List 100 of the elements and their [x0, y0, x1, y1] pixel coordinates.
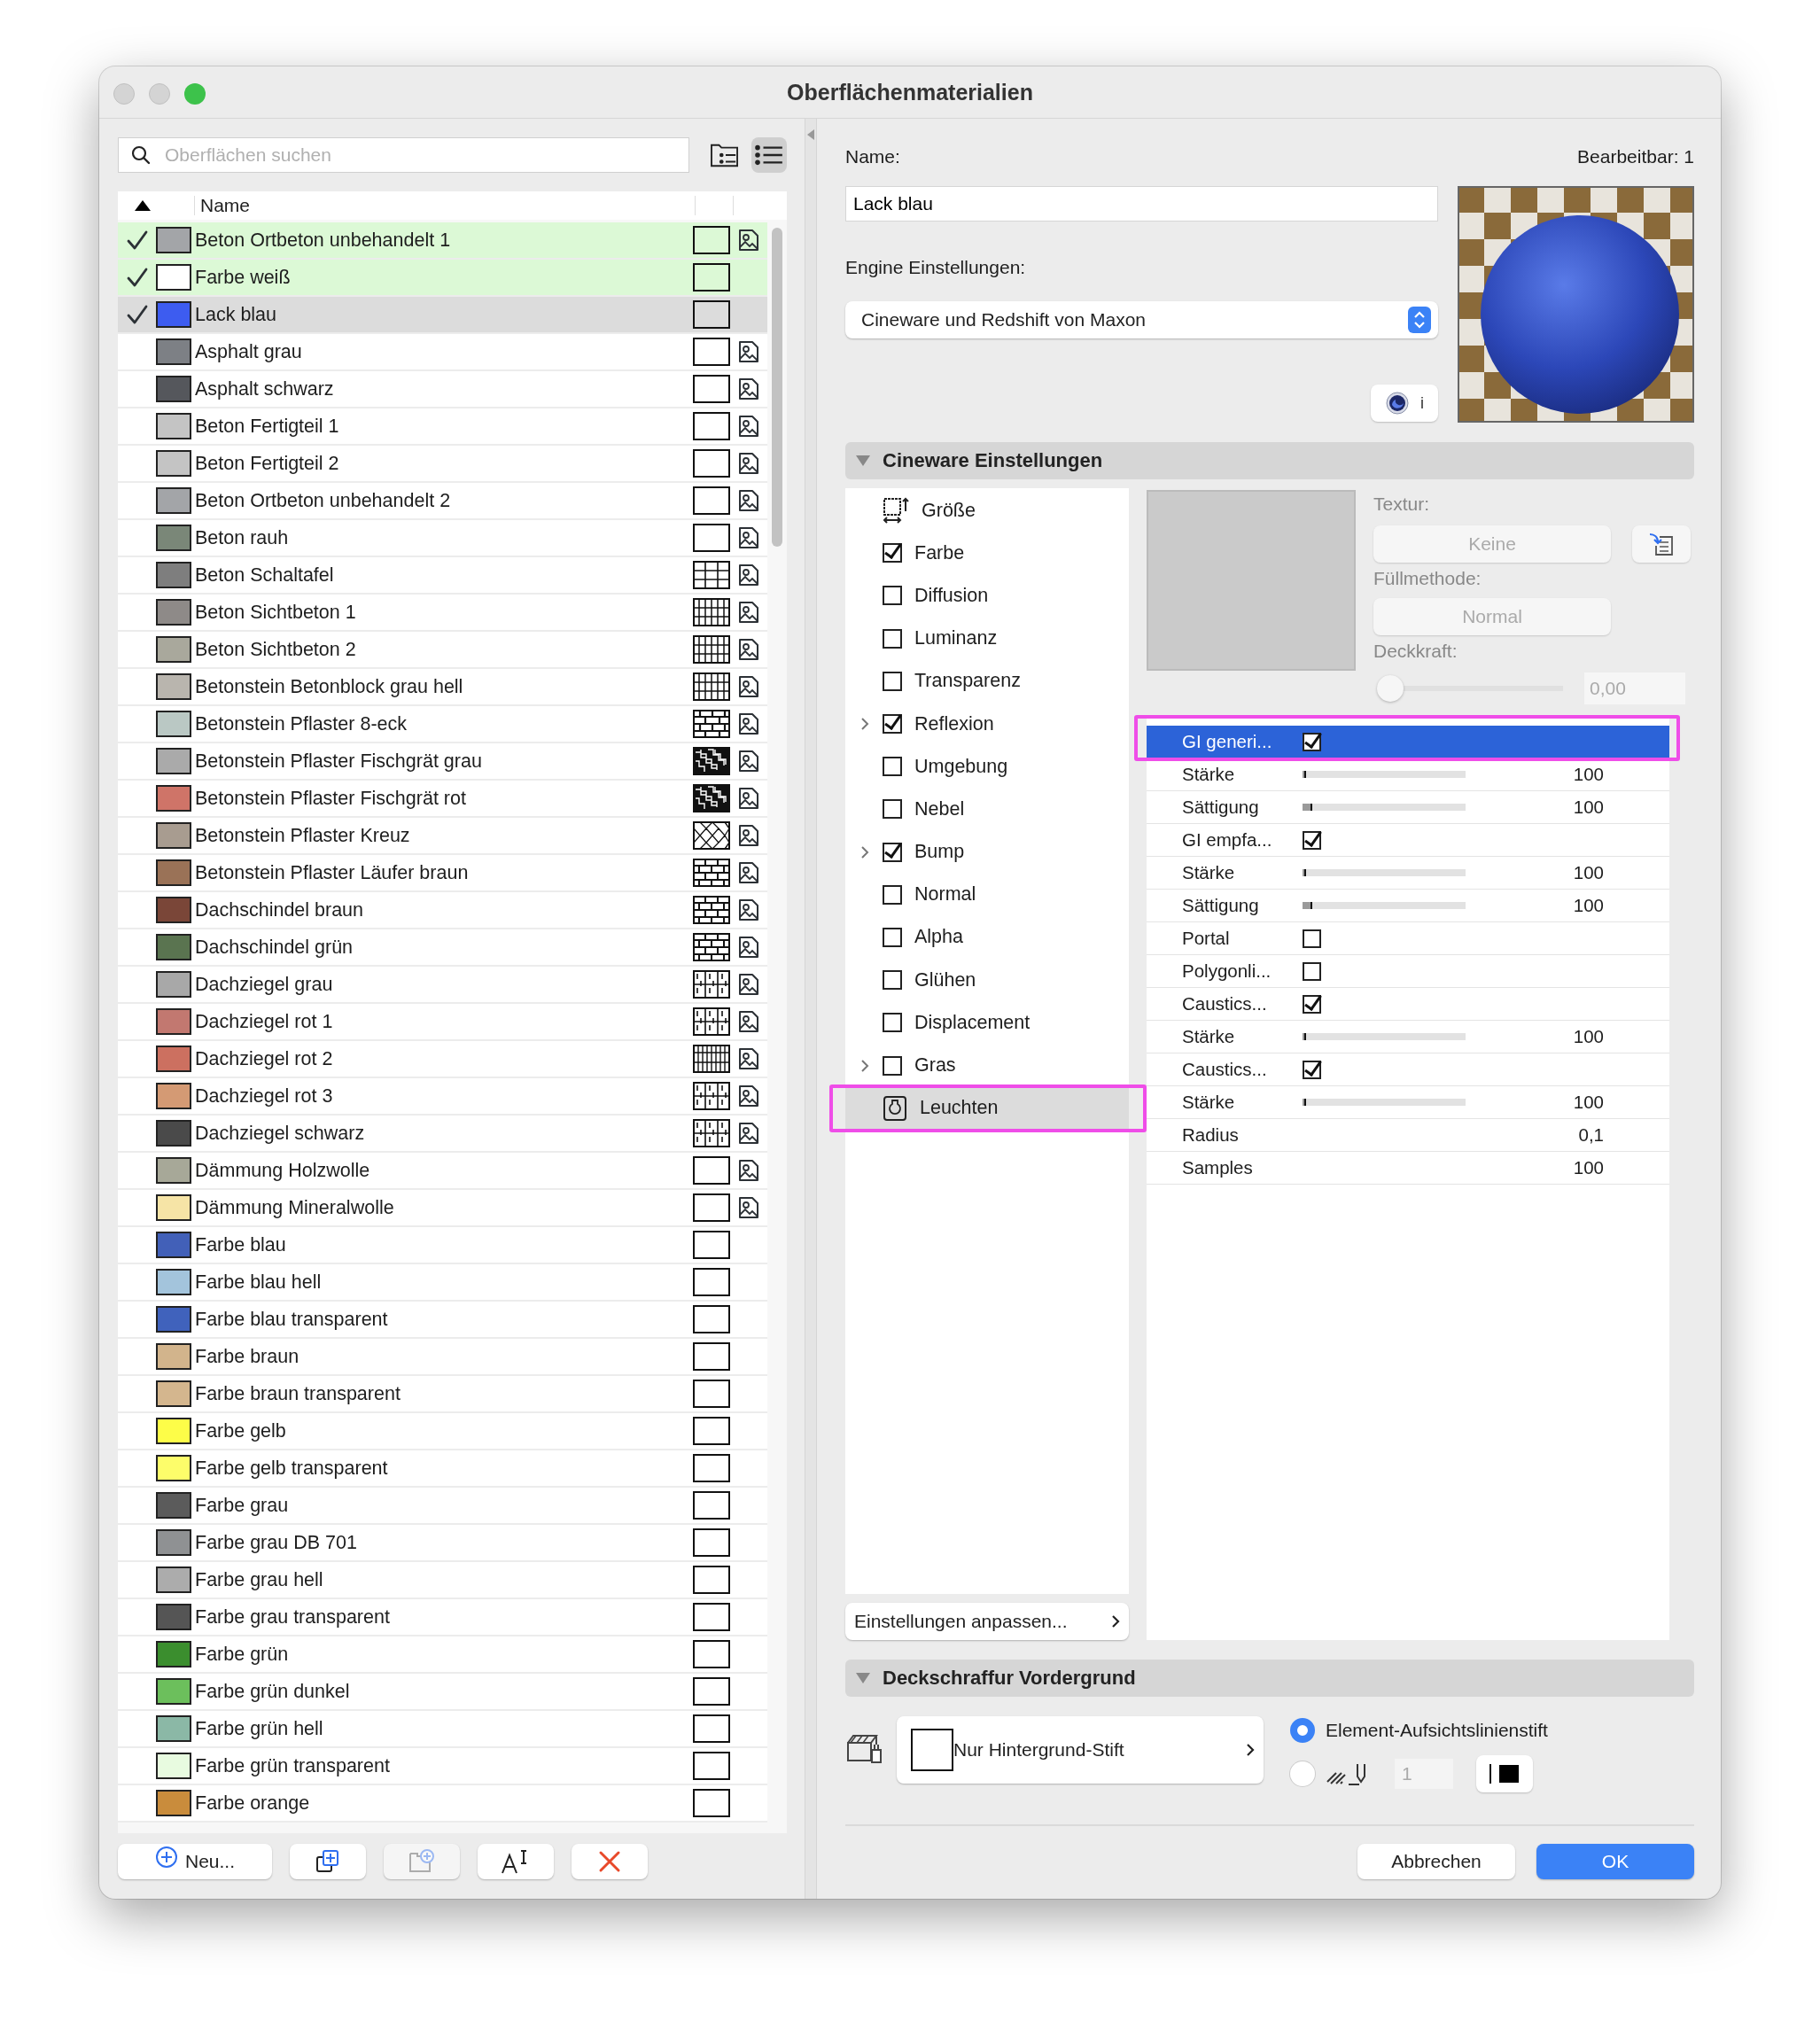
checkbox[interactable]: [883, 714, 902, 735]
slider-track[interactable]: [1303, 1033, 1466, 1040]
slider-track[interactable]: [1303, 1099, 1466, 1106]
material-row[interactable]: Betonstein Pflaster Fischgrät rot: [118, 781, 767, 818]
checkbox[interactable]: [883, 543, 902, 564]
channel-item[interactable]: Luminanz: [845, 617, 1129, 660]
sort-ascending-icon[interactable]: [134, 199, 152, 212]
material-row[interactable]: Farbe grau hell: [118, 1562, 767, 1599]
material-row[interactable]: Farbe weiß: [118, 260, 767, 297]
material-row[interactable]: Farbe grün dunkel: [118, 1674, 767, 1711]
property-row[interactable]: Stärke 100: [1147, 1021, 1669, 1053]
channel-item[interactable]: Farbe: [845, 532, 1129, 575]
section-header[interactable]: Deckschraffur Vordergrund: [845, 1660, 1694, 1697]
material-row[interactable]: Farbe grau transparent: [118, 1599, 767, 1636]
channel-item[interactable]: Umgebung: [845, 745, 1129, 789]
material-row[interactable]: Farbe grün transparent: [118, 1748, 767, 1785]
channel-item[interactable]: Normal: [845, 873, 1129, 916]
material-row[interactable]: Farbe grau DB 701: [118, 1525, 767, 1562]
pen-color-button[interactable]: [1476, 1755, 1533, 1792]
slider-track[interactable]: [1303, 869, 1466, 876]
checkbox[interactable]: [883, 1013, 902, 1033]
rename-button[interactable]: [478, 1844, 554, 1879]
slider-fill[interactable]: [1303, 804, 1313, 811]
material-row[interactable]: Beton Ortbeton unbehandelt 2: [118, 483, 767, 520]
list-view-button[interactable]: [751, 137, 787, 173]
import-texture-button[interactable]: [1632, 525, 1691, 563]
material-row[interactable]: Farbe blau hell: [118, 1264, 767, 1302]
material-row[interactable]: Dachschindel grün: [118, 929, 767, 967]
material-row[interactable]: Betonstein Pflaster Kreuz: [118, 818, 767, 855]
chevron-right-icon[interactable]: [860, 717, 869, 732]
radio-button[interactable]: [1290, 1718, 1315, 1743]
new-button[interactable]: Neu...: [118, 1844, 272, 1879]
channel-item[interactable]: Displacement: [845, 1001, 1129, 1045]
material-row[interactable]: Dämmung Holzwolle: [118, 1153, 767, 1190]
ok-button[interactable]: OK: [1536, 1844, 1694, 1879]
material-row[interactable]: Farbe gelb transparent: [118, 1450, 767, 1488]
split-handle[interactable]: [805, 119, 817, 1899]
duplicate-button[interactable]: [290, 1844, 366, 1879]
section-header[interactable]: Cineware Einstellungen: [845, 442, 1694, 479]
channel-item[interactable]: Glühen: [845, 959, 1129, 1002]
checkbox[interactable]: [883, 927, 902, 947]
property-row[interactable]: Stärke 100: [1147, 1086, 1669, 1119]
slider-track[interactable]: [1303, 902, 1466, 909]
chevron-right-icon[interactable]: [860, 1058, 869, 1073]
material-row[interactable]: Farbe gelb: [118, 1413, 767, 1450]
checkbox[interactable]: [1303, 732, 1321, 751]
search-field[interactable]: Oberflächen suchen: [118, 137, 689, 173]
slider-fill[interactable]: [1303, 771, 1306, 778]
property-row[interactable]: Radius 0,1: [1147, 1119, 1669, 1152]
property-row[interactable]: Portal: [1147, 922, 1669, 955]
slider-fill[interactable]: [1303, 869, 1306, 876]
material-row[interactable]: Dachziegel rot 2: [118, 1041, 767, 1078]
property-row[interactable]: Samples 100: [1147, 1152, 1669, 1185]
checkbox[interactable]: [1303, 1060, 1321, 1079]
slider-fill[interactable]: [1303, 1099, 1306, 1106]
property-row[interactable]: Polygonli...: [1147, 955, 1669, 988]
slider-fill[interactable]: [1303, 1033, 1306, 1040]
material-row[interactable]: Beton Fertigteil 1: [118, 408, 767, 446]
property-row[interactable]: Sättigung 100: [1147, 791, 1669, 824]
material-row[interactable]: Farbe braun: [118, 1339, 767, 1376]
checkbox[interactable]: [883, 970, 902, 991]
material-row[interactable]: Beton Schaltafel: [118, 557, 767, 595]
scrollbar-thumb[interactable]: [772, 228, 782, 547]
material-row[interactable]: Dachziegel grau: [118, 967, 767, 1004]
channel-item[interactable]: Bump: [845, 830, 1129, 874]
checkbox[interactable]: [883, 757, 902, 777]
material-row[interactable]: Betonstein Betonblock grau hell: [118, 669, 767, 706]
checkbox[interactable]: [883, 884, 902, 905]
material-row[interactable]: Asphalt grau: [118, 334, 767, 371]
info-button[interactable]: i: [1371, 385, 1438, 422]
material-row[interactable]: Dachziegel rot 1: [118, 1004, 767, 1041]
material-row[interactable]: Beton Sichtbeton 2: [118, 632, 767, 669]
slider-track[interactable]: [1303, 771, 1466, 778]
cancel-button[interactable]: Abbrechen: [1357, 1844, 1515, 1879]
property-row[interactable]: Caustics...: [1147, 1053, 1669, 1086]
material-row[interactable]: Farbe orange: [118, 1785, 767, 1823]
property-row[interactable]: GI empfa...: [1147, 824, 1669, 857]
material-row[interactable]: Farbe braun transparent: [118, 1376, 767, 1413]
property-row[interactable]: Stärke 100: [1147, 758, 1669, 791]
material-row[interactable]: Dämmung Mineralwolle: [118, 1190, 767, 1227]
delete-button[interactable]: [572, 1844, 648, 1879]
material-row[interactable]: Asphalt schwarz: [118, 371, 767, 408]
checkbox[interactable]: [1303, 994, 1321, 1014]
material-row[interactable]: Beton rauh: [118, 520, 767, 557]
channel-item[interactable]: Gras: [845, 1044, 1129, 1087]
material-row[interactable]: Farbe blau transparent: [118, 1302, 767, 1339]
engine-dropdown[interactable]: Cineware und Redshift von Maxon: [845, 301, 1438, 338]
checkbox[interactable]: [883, 586, 902, 606]
checkbox[interactable]: [883, 1055, 902, 1076]
fill-pen-button[interactable]: Nur Hintergrund-Stift: [897, 1716, 1264, 1784]
property-row[interactable]: Stärke 100: [1147, 857, 1669, 890]
material-row[interactable]: Dachziegel rot 3: [118, 1078, 767, 1116]
channel-item[interactable]: Leuchten: [845, 1086, 1129, 1130]
material-row[interactable]: Betonstein Pflaster Fischgrät grau: [118, 743, 767, 781]
material-row[interactable]: Dachziegel schwarz: [118, 1116, 767, 1153]
radio-button[interactable]: [1290, 1761, 1315, 1786]
channel-item[interactable]: Transparenz: [845, 659, 1129, 703]
checkbox[interactable]: [1303, 830, 1321, 850]
material-row[interactable]: Dachschindel braun: [118, 892, 767, 929]
material-row[interactable]: Beton Sichtbeton 1: [118, 595, 767, 632]
